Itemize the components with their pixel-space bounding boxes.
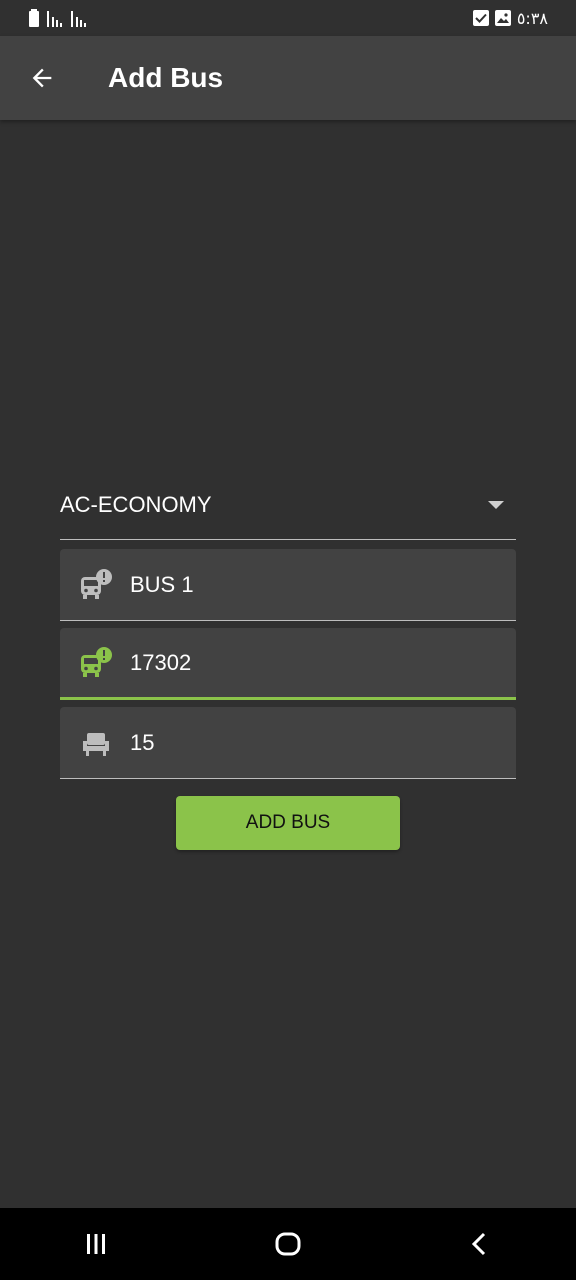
home-icon: [275, 1232, 301, 1256]
status-bar: ٥:٣٨: [0, 0, 576, 36]
battery-icon: [29, 9, 39, 27]
navigation-bar: [0, 1208, 576, 1280]
status-time: ٥:٣٨: [516, 8, 548, 28]
app-bar: Add Bus: [0, 36, 576, 120]
bus-number-value: 17302: [130, 649, 192, 675]
nav-back-button[interactable]: [450, 1214, 510, 1274]
dropdown-arrow-icon: [488, 500, 504, 509]
page-title: Add Bus: [108, 62, 224, 93]
bus-alert-icon: [78, 645, 114, 681]
recent-apps-icon: [87, 1234, 105, 1254]
seats-value: 15: [130, 729, 155, 755]
status-left-icons: [28, 9, 88, 27]
seats-field[interactable]: 15: [60, 707, 516, 779]
back-icon: [471, 1232, 486, 1256]
signal-icon: [71, 11, 86, 27]
bus-type-dropdown[interactable]: AC-ECONOMY: [60, 478, 516, 540]
home-button[interactable]: [258, 1214, 318, 1274]
back-button[interactable]: [0, 36, 84, 120]
bus-type-value: AC-ECONOMY: [60, 491, 212, 517]
status-right-icons: ٥:٣٨: [472, 8, 548, 28]
recent-apps-button[interactable]: [66, 1214, 126, 1274]
bus-alert-icon: [78, 567, 114, 603]
bus-number-field[interactable]: 17302: [60, 628, 516, 700]
arrow-left-icon: [32, 68, 52, 88]
bus-name-value: BUS 1: [130, 571, 194, 597]
add-bus-button[interactable]: ADD BUS: [176, 796, 400, 850]
signal-icon: [47, 11, 62, 27]
seat-icon: [78, 725, 114, 761]
bus-name-field[interactable]: BUS 1: [60, 549, 516, 621]
checkbox-icon: [472, 10, 489, 26]
image-icon: [494, 10, 511, 26]
